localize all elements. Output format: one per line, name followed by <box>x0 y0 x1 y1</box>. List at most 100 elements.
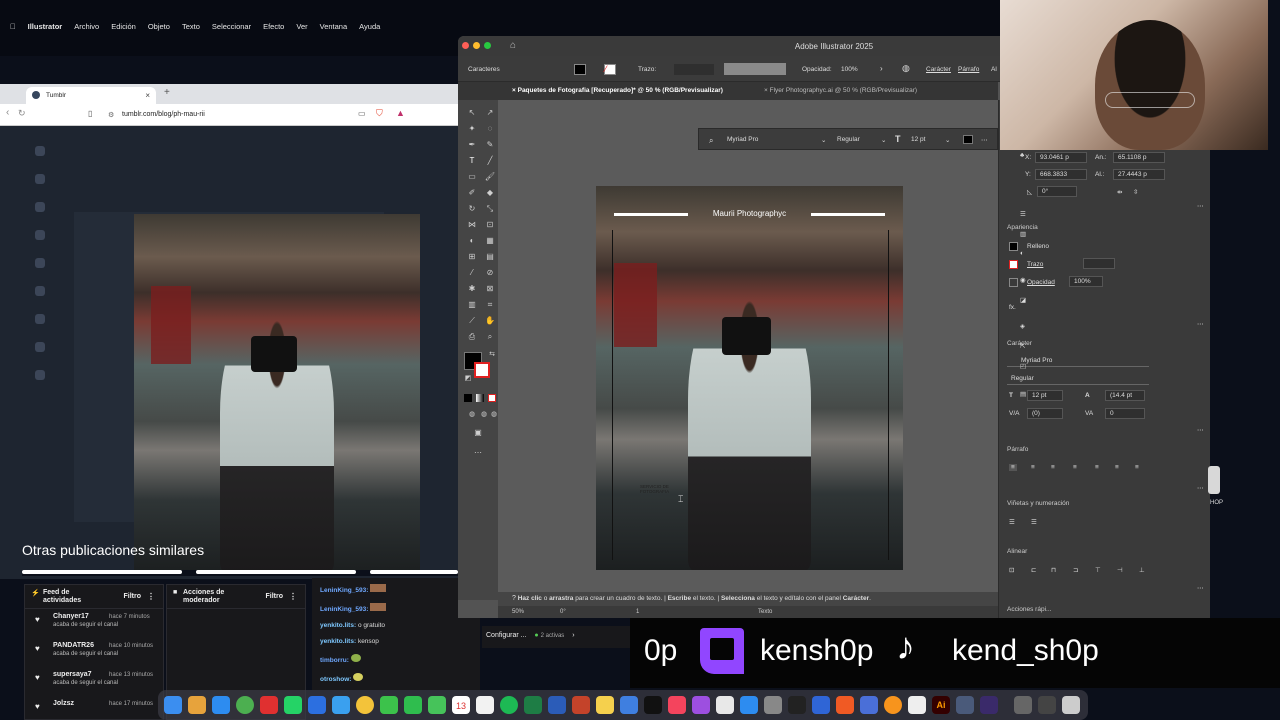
maps-icon[interactable] <box>332 696 350 714</box>
flip-horizontal-icon[interactable]: ⇹ <box>1117 188 1122 196</box>
character-more-icon[interactable]: ⋯ <box>1197 426 1204 434</box>
app-grey-icon[interactable] <box>956 696 974 714</box>
vscode-icon[interactable] <box>812 696 830 714</box>
bullets-icon[interactable]: ☰ <box>1009 518 1015 526</box>
color-guide-icon[interactable]: ◉ <box>1020 276 1026 284</box>
music-icon[interactable] <box>668 696 686 714</box>
menu-objeto[interactable]: Objeto <box>148 22 170 31</box>
align-objects-right-icon[interactable]: ⊐ <box>1073 566 1078 574</box>
final-cut-icon[interactable] <box>788 696 806 714</box>
selection-tool-icon[interactable]: ↖ <box>466 108 478 118</box>
apple-icon[interactable]:  <box>10 22 16 31</box>
kerning-field[interactable]: (0) <box>1027 408 1063 419</box>
curvature-tool-icon[interactable]: ✎ <box>484 140 496 150</box>
align-to-icon[interactable]: ⊡ <box>1009 566 1014 574</box>
rotate-tool-icon[interactable]: ↻ <box>466 204 478 214</box>
close-tab-icon[interactable]: × <box>145 91 150 100</box>
books-icon[interactable] <box>716 696 734 714</box>
chevron-right-icon[interactable]: › <box>880 64 883 73</box>
photos-icon[interactable] <box>356 696 374 714</box>
x-field[interactable]: 93.0461 p <box>1035 152 1087 163</box>
stroke-weight-field[interactable] <box>674 64 714 75</box>
width-tool-icon[interactable]: ⋈ <box>466 220 478 230</box>
chevron-down-icon[interactable]: ⌄ <box>945 136 950 144</box>
export-icon[interactable]: ⇱ <box>1020 342 1025 350</box>
app-store-icon[interactable] <box>740 696 758 714</box>
typebar-size[interactable]: 12 pt <box>911 136 925 143</box>
reminders-icon[interactable] <box>476 696 494 714</box>
control-parrafo-link[interactable]: Párrafo <box>958 66 979 73</box>
chat-user[interactable]: LeninKing_593: <box>320 587 368 594</box>
eraser-icon[interactable]: ◆ <box>484 188 496 198</box>
gradient-tool-icon[interactable]: ▤ <box>484 252 496 262</box>
layers-icon[interactable]: ◈ <box>1020 322 1025 330</box>
flip-vertical-icon[interactable]: ⇳ <box>1133 188 1138 196</box>
chevron-down-icon[interactable]: ⌄ <box>881 136 886 144</box>
blend-tool-icon[interactable]: ⊘ <box>484 268 496 278</box>
properties-icon[interactable]: ♣ <box>1020 152 1024 159</box>
feed-more-icon[interactable]: ⋮ <box>147 592 155 601</box>
artboard-title-text[interactable]: Maurii Photographyc <box>596 209 903 218</box>
recolor-icon[interactable]: ◍ <box>902 63 910 74</box>
explore-icon[interactable] <box>35 202 45 212</box>
swap-colors-icon[interactable]: ⇆ <box>486 350 498 360</box>
new-tab-icon[interactable]: + <box>164 87 170 98</box>
gradient-mode-icon[interactable] <box>476 394 484 402</box>
fx-icon[interactable]: fx. <box>1009 304 1016 311</box>
finder-icon[interactable] <box>164 696 182 714</box>
more-options-icon[interactable]: ⋯ <box>981 136 988 144</box>
justify-center-icon[interactable]: ≡ <box>1095 464 1099 471</box>
spotify-icon[interactable] <box>500 696 518 714</box>
menu-efecto[interactable]: Efecto <box>263 22 284 31</box>
rotation-angle[interactable]: 0° <box>560 609 566 615</box>
stroke-panel-icon[interactable]: ◐ <box>1020 250 1024 257</box>
type-tool-icon[interactable]: T <box>466 156 478 166</box>
type-color-swatch[interactable] <box>963 135 973 144</box>
app-red-icon[interactable] <box>260 696 278 714</box>
default-colors-icon[interactable]: ◩ <box>462 374 474 384</box>
transform-more-icon[interactable]: ⋯ <box>1197 202 1204 210</box>
align-left-icon[interactable]: ≡ <box>1009 464 1017 471</box>
zoom-level[interactable]: 50% <box>512 609 524 615</box>
direct-selection-tool-icon[interactable]: ↗ <box>484 108 496 118</box>
reload-icon[interactable]: ↻ <box>18 108 26 119</box>
brave-icon[interactable] <box>836 696 854 714</box>
stroke-swatch[interactable]: ⁄ <box>604 64 616 75</box>
control-align-link[interactable]: Al <box>991 66 997 73</box>
browser-tab[interactable]: Tumblr × <box>26 87 156 104</box>
word-icon[interactable] <box>548 696 566 714</box>
app-purple-icon[interactable] <box>980 696 998 714</box>
recent-window-icon[interactable] <box>1014 696 1032 714</box>
app-white-icon[interactable] <box>908 696 926 714</box>
minimize-window-icon[interactable] <box>473 42 480 49</box>
mesh-tool-icon[interactable]: ⊞ <box>466 252 478 262</box>
chat-user[interactable]: otroshow: <box>320 676 351 683</box>
rectangle-tool-icon[interactable]: ▭ <box>466 172 478 182</box>
gradient-panel-icon[interactable]: ▥ <box>1020 230 1026 238</box>
paintbrush-icon[interactable]: 🖌 <box>484 172 496 182</box>
app-blue-icon[interactable] <box>860 696 878 714</box>
safari-icon[interactable] <box>212 696 230 714</box>
menu-ayuda[interactable]: Ayuda <box>359 22 380 31</box>
excel-icon[interactable] <box>524 696 542 714</box>
artboard-service-text[interactable]: SERVICIO DE FOTOGRAFIA <box>640 484 670 494</box>
swatches-icon[interactable]: ☰ <box>1020 210 1026 218</box>
podcasts-icon[interactable] <box>692 696 710 714</box>
align-center-icon[interactable]: ≡ <box>1031 464 1035 471</box>
typebar-font[interactable]: Myriad Pro <box>727 136 758 143</box>
menu-ventana[interactable]: Ventana <box>320 22 348 31</box>
magic-wand-icon[interactable]: ✦ <box>466 124 478 134</box>
powerpoint-icon[interactable] <box>572 696 590 714</box>
align-more-icon[interactable]: ⋯ <box>1197 584 1204 592</box>
screen-mode-icon[interactable]: ▣ <box>472 428 484 438</box>
artboard-tool-icon[interactable]: ⊠ <box>484 284 496 294</box>
height-field[interactable]: 27.4443 p <box>1113 169 1165 180</box>
similar-post-thumb[interactable] <box>370 570 458 574</box>
leading-field[interactable]: (14.4 pt <box>1105 390 1145 401</box>
symbol-sprayer-icon[interactable]: ✱ <box>466 284 478 294</box>
pen-tool-icon[interactable]: ✒ <box>466 140 478 150</box>
knife-tool-icon[interactable]: ⟋ <box>466 316 478 326</box>
inbox-icon[interactable] <box>35 314 45 324</box>
stroke-weight-field[interactable] <box>1083 258 1115 269</box>
color-mode-icon[interactable] <box>464 394 472 402</box>
